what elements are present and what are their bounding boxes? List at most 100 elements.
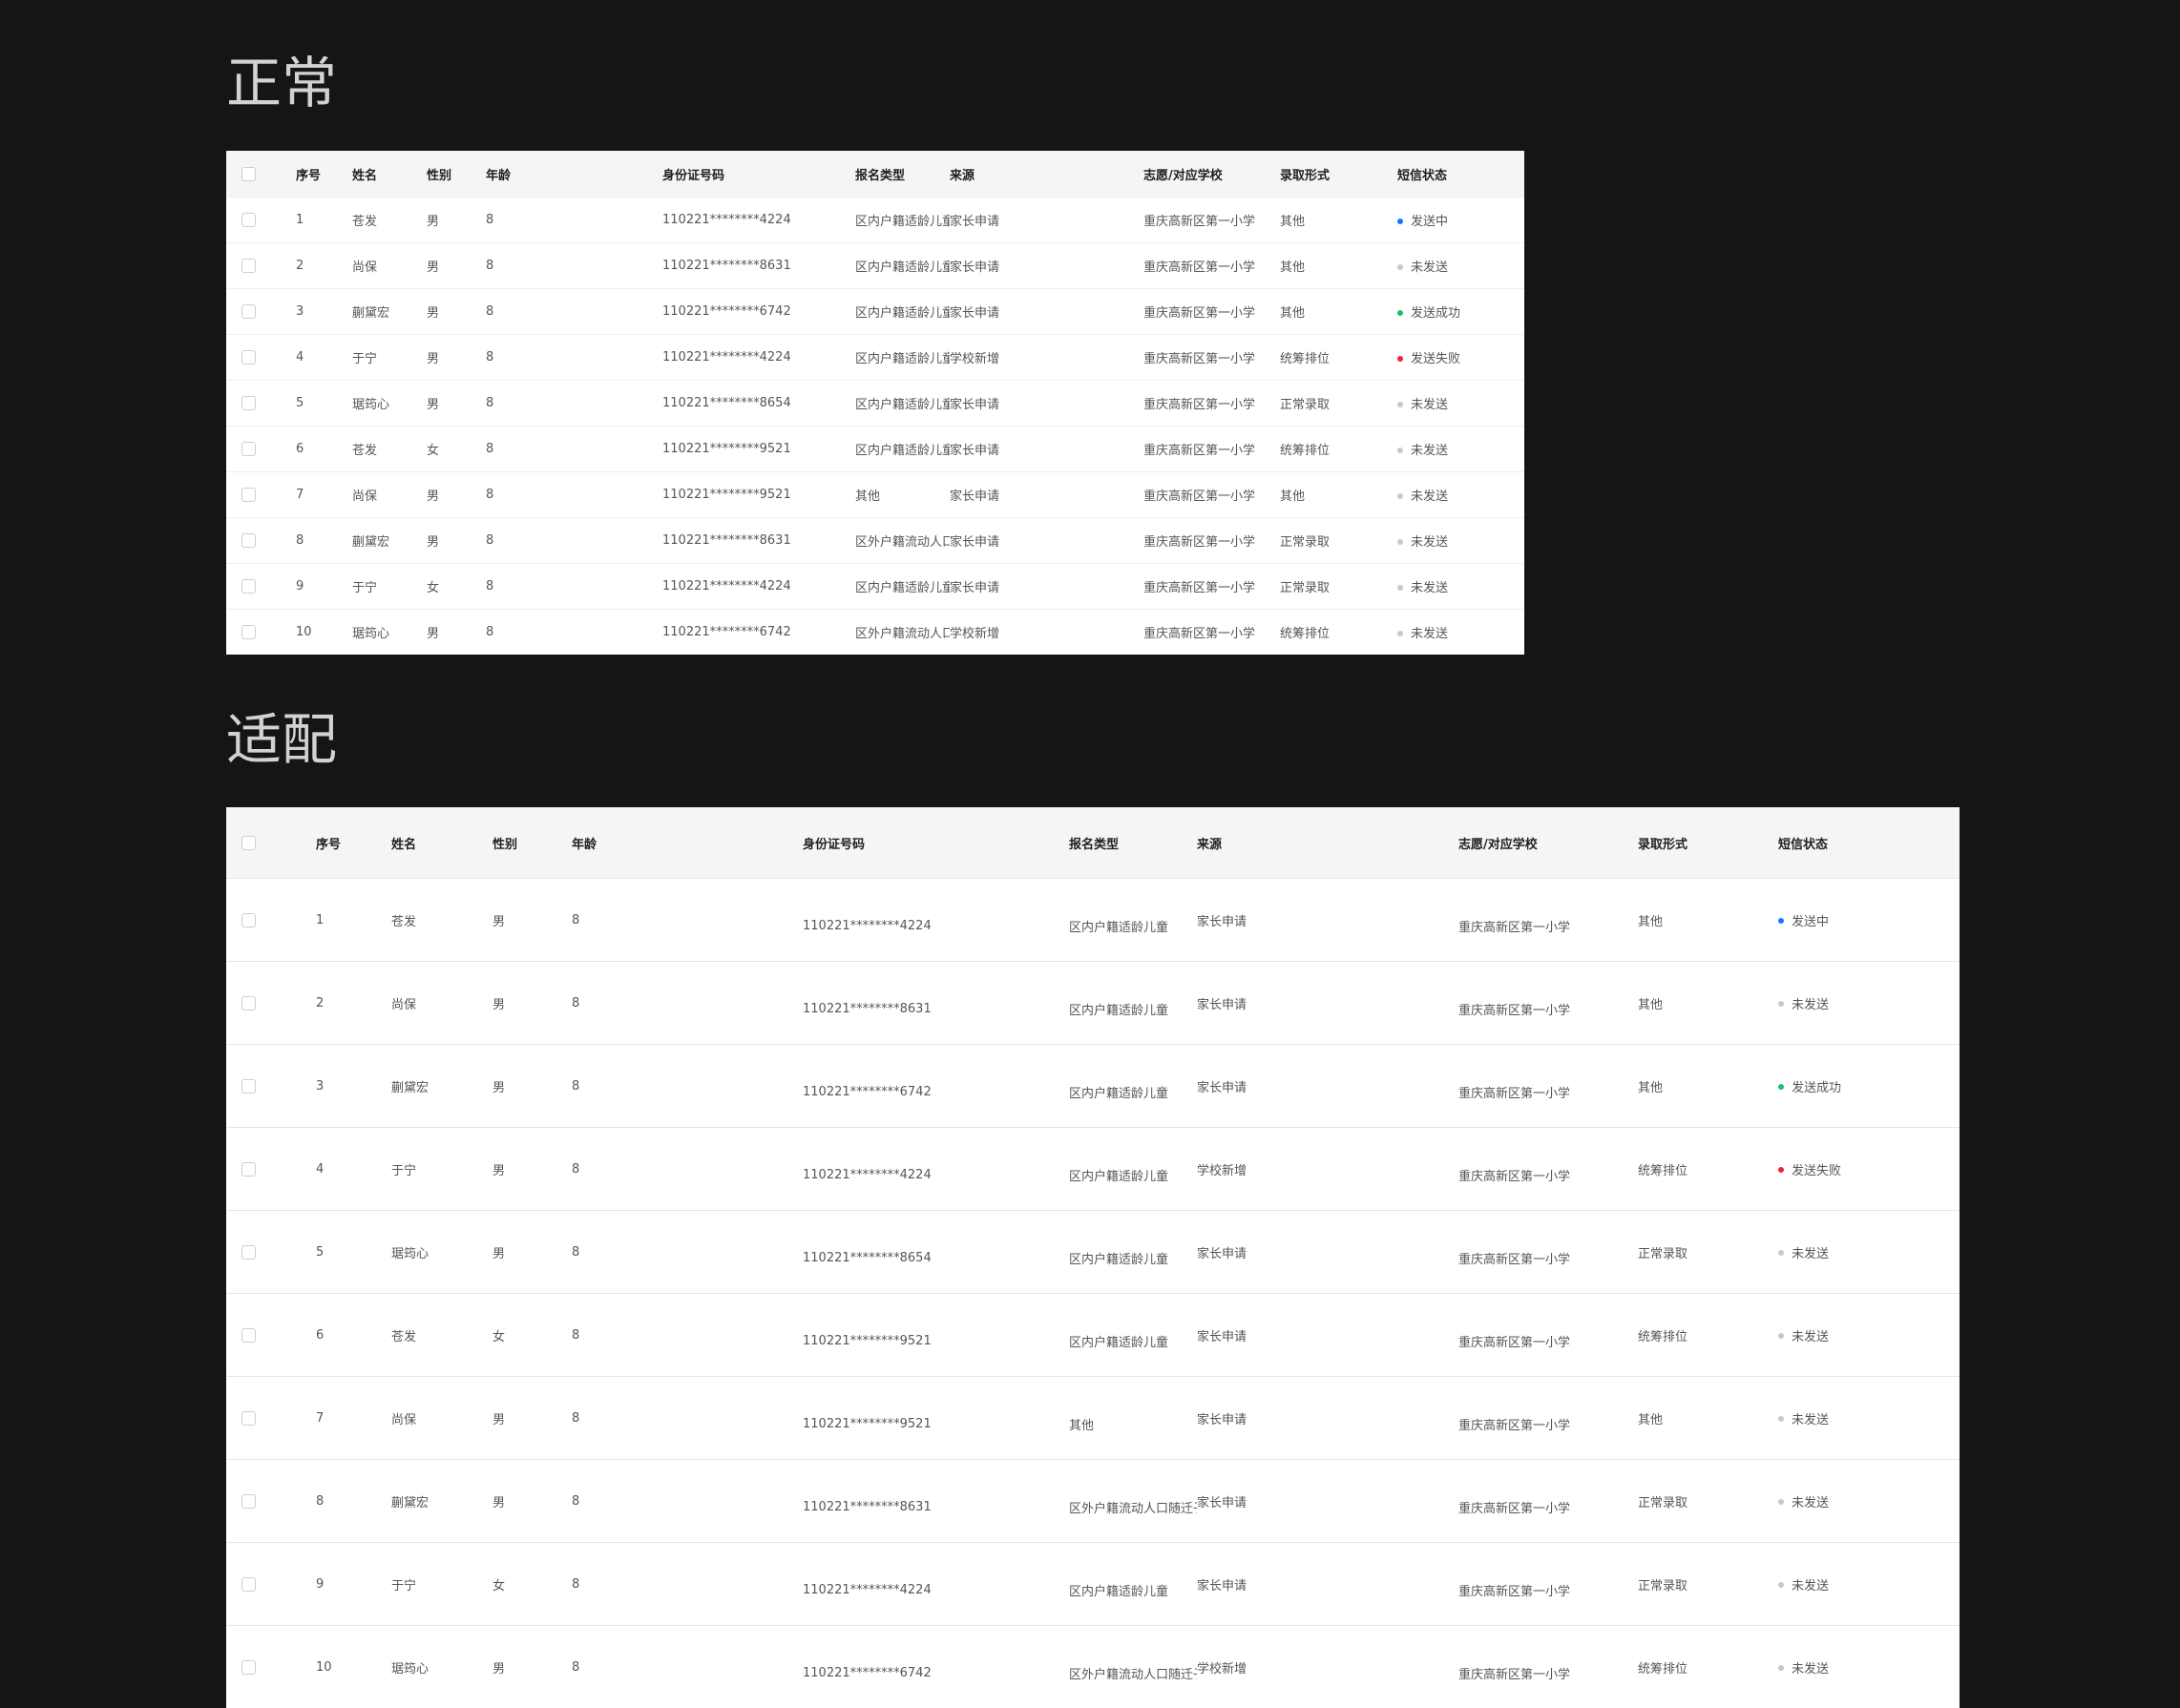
table-row: 7尚保男8110221********9521其他家长申请重庆高新区第一小学其他…	[226, 1377, 1960, 1460]
cell-id-number: 110221********6742	[662, 610, 855, 656]
cell-school: 重庆高新区第一小学	[1143, 472, 1280, 518]
row-checkbox[interactable]	[241, 1411, 256, 1426]
cell-admit-form: 统筹排位	[1280, 335, 1397, 381]
status-label: 未发送	[1792, 1247, 1829, 1261]
status-dot-icon	[1778, 1001, 1784, 1007]
status-dot-icon	[1397, 310, 1403, 316]
cell-enroll-type: 区内户籍适龄儿童	[855, 427, 950, 472]
student-table-normal: 序号 姓名 性别 年龄 身份证号码 报名类型 来源 志愿/对应学校 录取形式 短…	[226, 151, 1524, 655]
row-checkbox[interactable]	[241, 259, 256, 273]
cell-age: 8	[572, 879, 803, 962]
cell-name: 蒯黛宏	[391, 1460, 493, 1543]
cell-admit-form: 其他	[1638, 1377, 1778, 1460]
cell-school: 重庆高新区第一小学	[1143, 243, 1280, 289]
table-row: 8蒯黛宏男8110221********8631区外户籍流动人口随迁子女家长申请…	[226, 1460, 1960, 1543]
row-checkbox[interactable]	[241, 1577, 256, 1592]
row-checkbox[interactable]	[241, 1328, 256, 1343]
row-select-cell	[226, 879, 316, 962]
row-checkbox[interactable]	[241, 213, 256, 227]
status-label: 未发送	[1792, 998, 1829, 1012]
status-dot-icon	[1778, 1416, 1784, 1422]
status-label: 未发送	[1792, 1330, 1829, 1344]
cell-enroll-type: 区内户籍适龄儿童	[1069, 1045, 1197, 1128]
cell-enroll-type: 区内户籍适龄儿童	[855, 335, 950, 381]
cell-no: 9	[316, 1543, 391, 1626]
cell-source: 家长申请	[950, 198, 1143, 243]
select-all-checkbox[interactable]	[241, 167, 256, 181]
row-checkbox[interactable]	[241, 396, 256, 410]
cell-admit-form: 其他	[1280, 243, 1397, 289]
status-dot-icon	[1778, 1499, 1784, 1505]
cell-name: 尚保	[391, 1377, 493, 1460]
row-checkbox[interactable]	[241, 1494, 256, 1509]
row-select-cell	[226, 610, 296, 656]
cell-gender: 女	[493, 1543, 572, 1626]
status-dot-icon	[1397, 539, 1403, 545]
cell-source: 家长申请	[950, 381, 1143, 427]
cell-id-number: 110221********4224	[662, 335, 855, 381]
status-label: 未发送	[1411, 535, 1448, 550]
row-checkbox[interactable]	[241, 1660, 256, 1675]
cell-id-number: 110221********6742	[803, 1626, 1069, 1708]
cell-gender: 女	[427, 427, 486, 472]
table-row: 5琚筠心男8110221********8654区内户籍适龄儿童家长申请重庆高新…	[226, 1211, 1960, 1294]
cell-age: 8	[572, 1543, 803, 1626]
status-label: 未发送	[1411, 581, 1448, 595]
row-checkbox[interactable]	[241, 913, 256, 927]
status-dot-icon	[1778, 1084, 1784, 1090]
table-row: 3蒯黛宏男8110221********6742区内户籍适龄儿童家长申请重庆高新…	[226, 289, 1524, 335]
cell-sms-status: 发送成功	[1397, 289, 1524, 335]
cell-name: 于宁	[391, 1128, 493, 1211]
table-row: 1苍发男8110221********4224区内户籍适龄儿童家长申请重庆高新区…	[226, 879, 1960, 962]
cell-id-number: 110221********4224	[803, 1543, 1069, 1626]
row-checkbox[interactable]	[241, 625, 256, 639]
cell-no: 2	[296, 243, 352, 289]
row-select-cell	[226, 1626, 316, 1708]
cell-source: 学校新增	[950, 610, 1143, 656]
cell-school: 重庆高新区第一小学	[1458, 1377, 1638, 1460]
status-dot-icon	[1778, 1582, 1784, 1588]
row-checkbox[interactable]	[241, 1245, 256, 1260]
row-checkbox[interactable]	[241, 488, 256, 502]
cell-enroll-type: 其他	[855, 472, 950, 518]
cell-name: 苍发	[391, 879, 493, 962]
status-dot-icon	[1397, 264, 1403, 270]
row-checkbox[interactable]	[241, 304, 256, 319]
cell-no: 10	[316, 1626, 391, 1708]
cell-age: 8	[486, 198, 662, 243]
cell-sms-status: 发送中	[1397, 198, 1524, 243]
table-header-row: 序号 姓名 性别 年龄 身份证号码 报名类型 来源 志愿/对应学校 录取形式 短…	[226, 151, 1524, 198]
status-label: 发送成功	[1411, 306, 1460, 321]
row-select-cell	[226, 198, 296, 243]
cell-sms-status: 未发送	[1397, 472, 1524, 518]
cell-no: 3	[296, 289, 352, 335]
row-checkbox[interactable]	[241, 1162, 256, 1177]
row-checkbox[interactable]	[241, 996, 256, 1010]
cell-enroll-type: 区内户籍适龄儿童	[1069, 1294, 1197, 1377]
cell-id-number: 110221********9521	[803, 1294, 1069, 1377]
row-checkbox[interactable]	[241, 442, 256, 456]
cell-gender: 男	[493, 1045, 572, 1128]
cell-age: 8	[572, 1045, 803, 1128]
cell-age: 8	[572, 1211, 803, 1294]
cell-no: 3	[316, 1045, 391, 1128]
table-row: 1苍发男8110221********4224区内户籍适龄儿童家长申请重庆高新区…	[226, 198, 1524, 243]
row-checkbox[interactable]	[241, 350, 256, 365]
col-header-age: 年龄	[572, 807, 803, 879]
row-checkbox[interactable]	[241, 579, 256, 594]
table-row: 8蒯黛宏男8110221********8631区外户籍流动人口随迁子女家长申请…	[226, 518, 1524, 564]
row-checkbox[interactable]	[241, 1079, 256, 1094]
status-label: 未发送	[1411, 627, 1448, 641]
table-row: 6苍发女8110221********9521区内户籍适龄儿童家长申请重庆高新区…	[226, 427, 1524, 472]
cell-sms-status: 发送失败	[1778, 1128, 1960, 1211]
status-label: 未发送	[1792, 1662, 1829, 1677]
cell-school: 重庆高新区第一小学	[1458, 1543, 1638, 1626]
col-header-type: 报名类型	[855, 151, 950, 198]
row-checkbox[interactable]	[241, 533, 256, 548]
cell-admit-form: 其他	[1280, 198, 1397, 243]
select-all-checkbox[interactable]	[241, 836, 256, 850]
status-label: 未发送	[1411, 398, 1448, 412]
cell-gender: 男	[493, 1460, 572, 1543]
status-label: 未发送	[1792, 1579, 1829, 1593]
cell-age: 8	[486, 427, 662, 472]
